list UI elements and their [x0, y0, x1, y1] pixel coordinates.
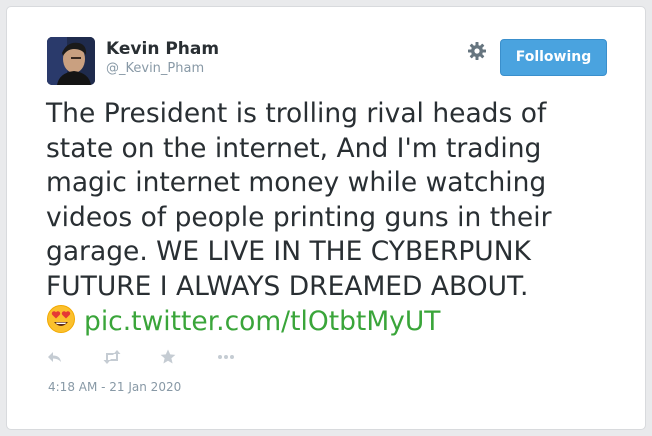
- retweet-icon[interactable]: [101, 347, 123, 367]
- gear-icon[interactable]: [467, 41, 487, 61]
- tweet-media-link[interactable]: pic.twitter.com/tlOtbtMyUT: [84, 306, 440, 337]
- avatar-photo-icon: [47, 37, 95, 85]
- author-handle[interactable]: @_Kevin_Pham: [106, 61, 204, 76]
- following-button[interactable]: Following: [500, 39, 607, 76]
- tweet-card: Kevin Pham @_Kevin_Pham Following The Pr…: [6, 6, 646, 430]
- tweet-text-block: The President is trolling rival heads of…: [46, 97, 616, 340]
- reply-icon[interactable]: [45, 347, 67, 367]
- tweet-body: The President is trolling rival heads of…: [46, 98, 552, 302]
- favorite-icon[interactable]: [158, 347, 180, 367]
- avatar[interactable]: [47, 37, 95, 85]
- tweet-timestamp[interactable]: 4:18 AM - 21 Jan 2020: [48, 380, 181, 394]
- heart-eyes-emoji-icon: [46, 304, 76, 334]
- more-icon[interactable]: [215, 347, 237, 367]
- author-name[interactable]: Kevin Pham: [106, 39, 219, 59]
